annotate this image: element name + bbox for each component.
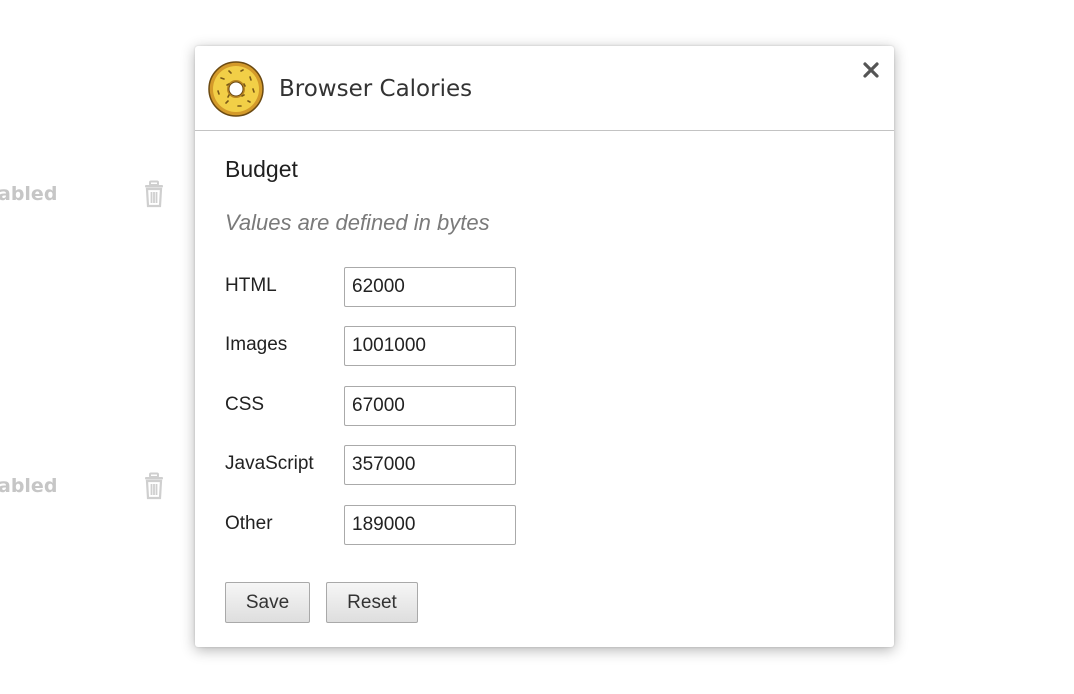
section-subtitle: Values are defined in bytes — [225, 210, 490, 235]
field-row-images: Images — [225, 326, 625, 370]
field-label: CSS — [225, 394, 265, 415]
extension-popup: Browser Calories Budget Values are defin… — [195, 46, 894, 647]
html-budget-input[interactable] — [344, 267, 516, 307]
field-label: HTML — [225, 275, 277, 296]
save-button[interactable]: Save — [225, 582, 310, 623]
trash-icon[interactable] — [141, 472, 167, 500]
section-title: Budget — [225, 156, 298, 182]
status-text: abled — [0, 475, 58, 497]
field-row-javascript: JavaScript — [225, 445, 625, 489]
field-row-other: Other — [225, 505, 625, 549]
status-text: abled — [0, 183, 58, 205]
images-budget-input[interactable] — [344, 326, 516, 366]
field-label: Other — [225, 513, 273, 534]
other-budget-input[interactable] — [344, 505, 516, 545]
background-row: abled — [0, 180, 200, 210]
field-label: Images — [225, 334, 288, 355]
donut-icon — [207, 60, 265, 118]
reset-button[interactable]: Reset — [326, 582, 418, 623]
close-icon[interactable] — [859, 58, 883, 82]
css-budget-input[interactable] — [344, 386, 516, 426]
background-row: abled — [0, 472, 200, 502]
field-row-html: HTML — [225, 267, 625, 311]
trash-icon[interactable] — [141, 180, 167, 208]
field-row-css: CSS — [225, 386, 625, 430]
app-title: Browser Calories — [279, 76, 473, 102]
javascript-budget-input[interactable] — [344, 445, 516, 485]
popup-header: Browser Calories — [195, 46, 894, 131]
field-label: JavaScript — [225, 453, 314, 474]
